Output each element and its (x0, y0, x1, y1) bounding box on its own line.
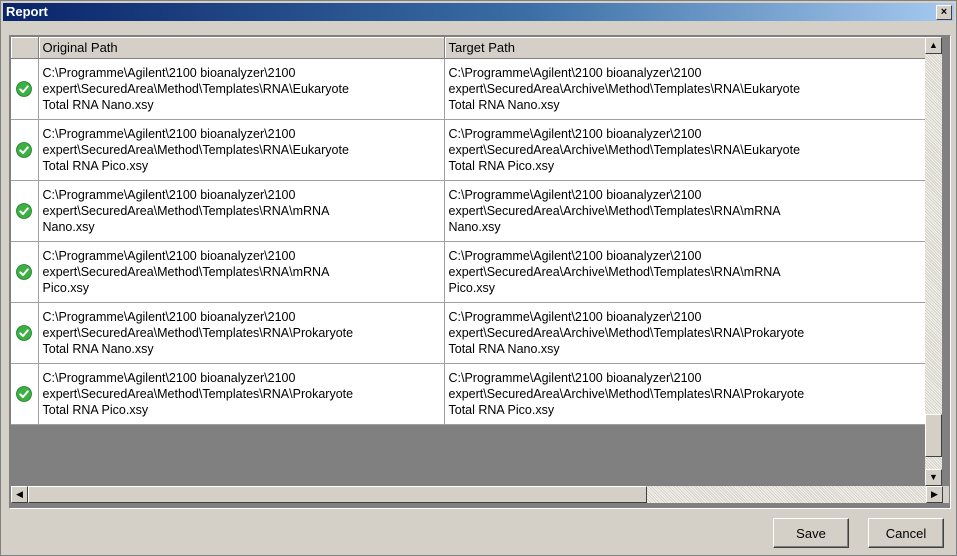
table-row[interactable]: C:\Programme\Agilent\2100 bioanalyzer\21… (11, 119, 925, 181)
target-path-cell[interactable]: C:\Programme\Agilent\2100 bioanalyzer\21… (444, 119, 925, 181)
vertical-scroll-thumb[interactable] (925, 414, 942, 457)
header-row: Original Path Target Path (11, 37, 925, 59)
target-path-cell[interactable]: C:\Programme\Agilent\2100 bioanalyzer\21… (444, 363, 925, 425)
scroll-down-button[interactable]: ▼ (925, 469, 942, 486)
save-button[interactable]: Save (773, 518, 849, 548)
original-path-cell[interactable]: C:\Programme\Agilent\2100 bioanalyzer\21… (38, 180, 445, 242)
target-path-cell[interactable]: C:\Programme\Agilent\2100 bioanalyzer\21… (444, 58, 925, 120)
arrow-right-icon: ▶ (931, 489, 938, 499)
table-row[interactable]: C:\Programme\Agilent\2100 bioanalyzer\21… (11, 58, 925, 120)
cancel-button[interactable]: Cancel (868, 518, 944, 548)
dialog-title: Report (6, 4, 48, 19)
original-path-cell[interactable]: C:\Programme\Agilent\2100 bioanalyzer\21… (38, 58, 445, 120)
report-dialog: Report × Original Path Target Path C:\Pr… (0, 0, 957, 556)
scrollbar-corner (943, 486, 949, 503)
table-row[interactable]: C:\Programme\Agilent\2100 bioanalyzer\21… (11, 363, 925, 425)
status-cell (11, 180, 39, 242)
close-button[interactable]: × (936, 5, 952, 20)
table-row[interactable]: C:\Programme\Agilent\2100 bioanalyzer\21… (11, 180, 925, 242)
status-cell (11, 302, 39, 364)
original-path-cell[interactable]: C:\Programme\Agilent\2100 bioanalyzer\21… (38, 363, 445, 425)
check-icon (16, 81, 33, 98)
check-icon (16, 203, 33, 220)
grid-viewport: Original Path Target Path C:\Programme\A… (11, 37, 925, 486)
target-path-cell[interactable]: C:\Programme\Agilent\2100 bioanalyzer\21… (444, 302, 925, 364)
check-icon (16, 264, 33, 281)
original-path-cell[interactable]: C:\Programme\Agilent\2100 bioanalyzer\21… (38, 241, 445, 303)
status-cell (11, 119, 39, 181)
report-table: Original Path Target Path C:\Programme\A… (11, 37, 925, 425)
status-cell (11, 58, 39, 120)
row-header-corner (11, 37, 39, 59)
scroll-right-button[interactable]: ▶ (926, 486, 943, 503)
column-header-target-path[interactable]: Target Path (444, 37, 925, 59)
arrow-left-icon: ◀ (16, 489, 23, 499)
vertical-scrollbar[interactable]: ▲ ▼ (925, 37, 942, 486)
original-path-cell[interactable]: C:\Programme\Agilent\2100 bioanalyzer\21… (38, 119, 445, 181)
arrow-down-icon: ▼ (929, 472, 938, 482)
scroll-left-button[interactable]: ◀ (11, 486, 28, 503)
horizontal-scrollbar[interactable]: ◀ ▶ (11, 486, 943, 503)
report-grid: Original Path Target Path C:\Programme\A… (9, 35, 951, 509)
arrow-up-icon: ▲ (929, 40, 938, 50)
target-path-cell[interactable]: C:\Programme\Agilent\2100 bioanalyzer\21… (444, 241, 925, 303)
status-cell (11, 241, 39, 303)
check-icon (16, 325, 33, 342)
horizontal-scroll-thumb[interactable] (28, 486, 647, 503)
original-path-cell[interactable]: C:\Programme\Agilent\2100 bioanalyzer\21… (38, 302, 445, 364)
scroll-up-button[interactable]: ▲ (925, 37, 942, 54)
status-cell (11, 363, 39, 425)
table-row[interactable]: C:\Programme\Agilent\2100 bioanalyzer\21… (11, 302, 925, 364)
title-bar: Report × (3, 3, 954, 21)
check-icon (16, 142, 33, 159)
column-header-original-path[interactable]: Original Path (38, 37, 445, 59)
target-path-cell[interactable]: C:\Programme\Agilent\2100 bioanalyzer\21… (444, 180, 925, 242)
vertical-scroll-track[interactable] (925, 54, 942, 469)
close-icon: × (940, 6, 948, 18)
check-icon (16, 386, 33, 403)
table-row[interactable]: C:\Programme\Agilent\2100 bioanalyzer\21… (11, 241, 925, 303)
